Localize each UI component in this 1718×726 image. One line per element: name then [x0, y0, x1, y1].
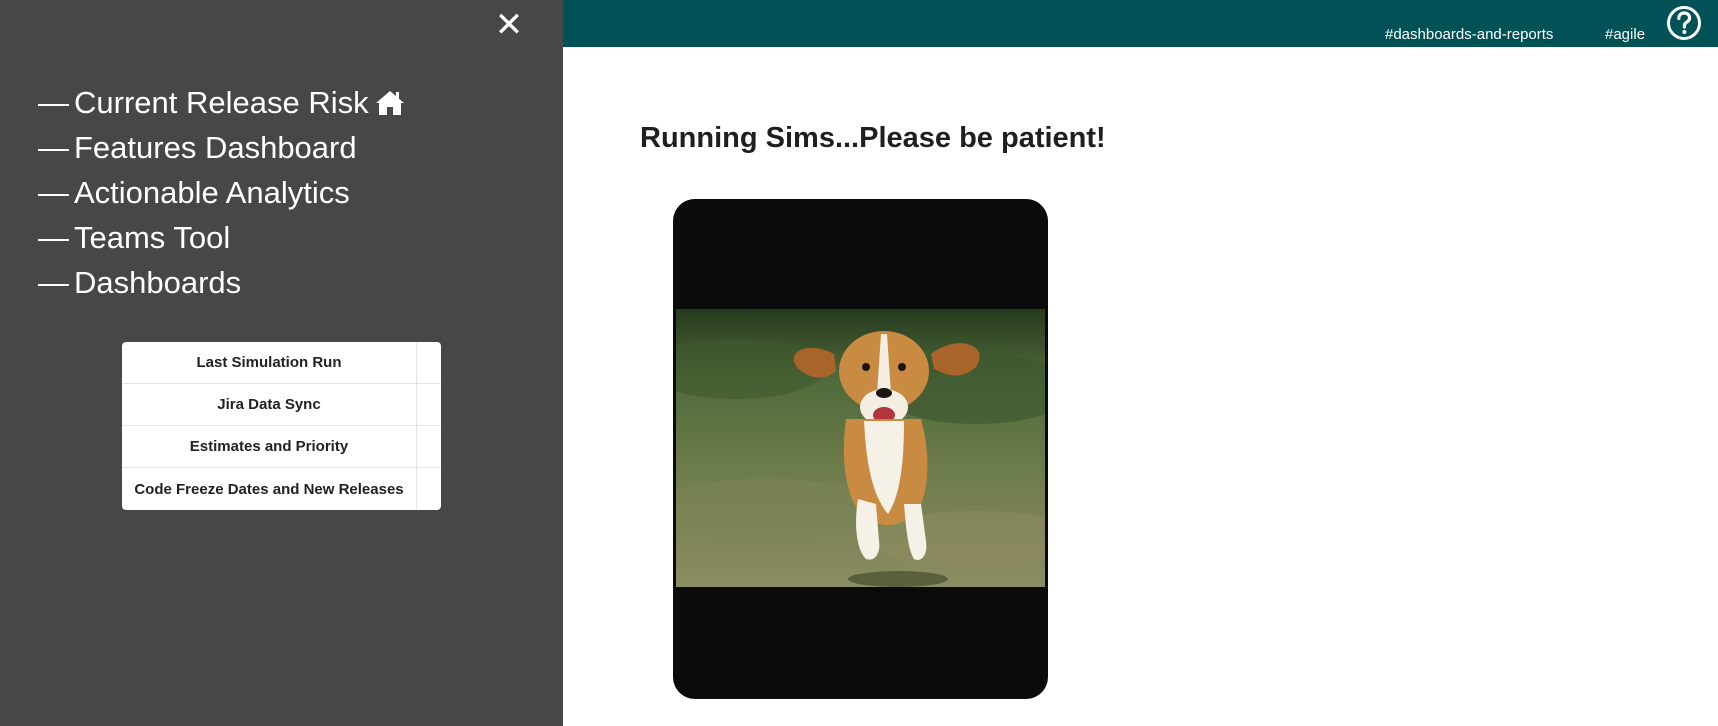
status-row-last-simulation-run: Last Simulation Run [122, 342, 441, 384]
status-value [417, 342, 441, 383]
nav-item-teams-tool[interactable]: — Teams Tool [38, 215, 405, 260]
channel-link-dashboards-and-reports[interactable]: #dashboards-and-reports [1385, 26, 1553, 43]
sidebar-nav: — Current Release Risk — Features Dashbo… [38, 80, 405, 305]
channel-link-agile[interactable]: #agile [1605, 26, 1645, 43]
top-bar: #dashboards-and-reports #agile [563, 0, 1718, 47]
nav-item-current-release-risk[interactable]: — Current Release Risk [38, 80, 405, 125]
nav-dash: — [38, 174, 69, 210]
question-circle-icon[interactable] [1666, 5, 1702, 41]
nav-item-label: Current Release Risk [74, 84, 369, 120]
status-value [417, 426, 441, 467]
page-title: Running Sims...Please be patient! [640, 122, 1106, 154]
status-row-code-freeze-dates: Code Freeze Dates and New Releases [122, 468, 441, 510]
status-label[interactable]: Code Freeze Dates and New Releases [122, 468, 417, 510]
nav-dash: — [38, 264, 69, 300]
nav-item-label: Teams Tool [74, 219, 231, 255]
status-value [417, 468, 441, 510]
nav-dash: — [38, 129, 69, 165]
status-row-estimates-and-priority: Estimates and Priority [122, 426, 441, 468]
status-table: Last Simulation Run Jira Data Sync Estim… [122, 342, 441, 510]
status-label[interactable]: Jira Data Sync [122, 384, 417, 425]
nav-item-actionable-analytics[interactable]: — Actionable Analytics [38, 170, 405, 215]
nav-item-features-dashboard[interactable]: — Features Dashboard [38, 125, 405, 170]
status-label[interactable]: Estimates and Priority [122, 426, 417, 467]
status-label[interactable]: Last Simulation Run [122, 342, 417, 383]
nav-item-label: Actionable Analytics [74, 174, 350, 210]
sidebar-menu: ✕ — Current Release Risk — Features Dash… [0, 0, 563, 726]
running-beagle-photo [676, 309, 1045, 587]
close-menu-button[interactable]: ✕ [494, 8, 524, 42]
status-value [417, 384, 441, 425]
nav-item-label: Dashboards [74, 264, 242, 300]
home-icon [375, 90, 404, 115]
status-row-jira-data-sync: Jira Data Sync [122, 384, 441, 426]
nav-item-label: Features Dashboard [74, 129, 357, 165]
nav-dash: — [38, 84, 69, 120]
nav-dash: — [38, 219, 69, 255]
nav-item-dashboards[interactable]: — Dashboards [38, 260, 405, 305]
loading-image-frame [673, 199, 1048, 699]
